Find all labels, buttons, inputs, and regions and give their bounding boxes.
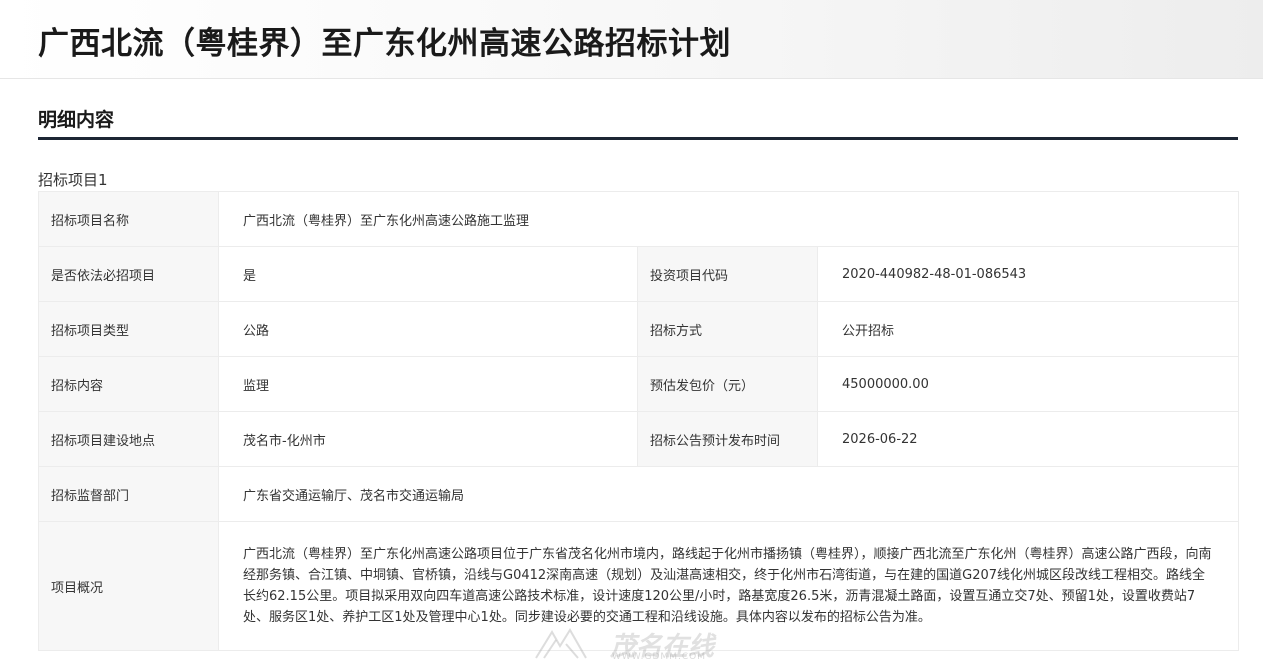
table-row: 招标内容 监理 预估发包价（元） 45000000.00 — [38, 356, 1239, 412]
section-title: 明细内容 — [38, 109, 115, 131]
value-location: 茂名市-化州市 — [218, 411, 638, 467]
label-tender-content: 招标内容 — [38, 356, 219, 412]
page-title: 广西北流（粤桂界）至广东化州高速公路招标计划 — [38, 26, 731, 62]
label-tender-method: 招标方式 — [637, 301, 818, 357]
value-tender-content: 监理 — [218, 356, 638, 412]
value-estimated-price: 45000000.00 — [817, 356, 1239, 412]
label-publish-time: 招标公告预计发布时间 — [637, 411, 818, 467]
label-location: 招标项目建设地点 — [38, 411, 219, 467]
label-project-type: 招标项目类型 — [38, 301, 219, 357]
value-publish-time: 2026-06-22 — [817, 411, 1239, 467]
label-invest-code: 投资项目代码 — [637, 246, 818, 302]
value-supervisor: 广东省交通运输厅、茂名市交通运输局 — [218, 466, 1239, 522]
value-overview: 广西北流（粤桂界）至广东化州高速公路项目位于广东省茂名化州市境内，路线起于化州市… — [218, 521, 1239, 651]
value-project-type: 公路 — [218, 301, 638, 357]
label-mandatory: 是否依法必招项目 — [38, 246, 219, 302]
label-estimated-price: 预估发包价（元） — [637, 356, 818, 412]
table-row: 招标项目类型 公路 招标方式 公开招标 — [38, 301, 1239, 357]
value-invest-code: 2020-440982-48-01-086543 — [817, 246, 1239, 302]
value-project-name: 广西北流（粤桂界）至广东化州高速公路施工监理 — [218, 191, 1239, 247]
table-row: 招标项目建设地点 茂名市-化州市 招标公告预计发布时间 2026-06-22 — [38, 411, 1239, 467]
project-label: 招标项目1 — [38, 171, 108, 189]
value-tender-method: 公开招标 — [817, 301, 1239, 357]
label-supervisor: 招标监督部门 — [38, 466, 219, 522]
label-project-name: 招标项目名称 — [38, 191, 219, 247]
table-row: 招标项目名称 广西北流（粤桂界）至广东化州高速公路施工监理 — [38, 191, 1239, 247]
page-header: 广西北流（粤桂界）至广东化州高速公路招标计划 — [0, 0, 1263, 79]
label-overview: 项目概况 — [38, 521, 219, 651]
table-row: 项目概况 广西北流（粤桂界）至广东化州高速公路项目位于广东省茂名化州市境内，路线… — [38, 521, 1239, 651]
detail-table: 招标项目名称 广西北流（粤桂界）至广东化州高速公路施工监理 是否依法必招项目 是… — [38, 191, 1239, 651]
section-divider — [38, 137, 1238, 140]
table-row: 是否依法必招项目 是 投资项目代码 2020-440982-48-01-0865… — [38, 246, 1239, 302]
watermark-url: WWW.GDMM.COM — [612, 652, 706, 662]
table-row: 招标监督部门 广东省交通运输厅、茂名市交通运输局 — [38, 466, 1239, 522]
value-mandatory: 是 — [218, 246, 638, 302]
